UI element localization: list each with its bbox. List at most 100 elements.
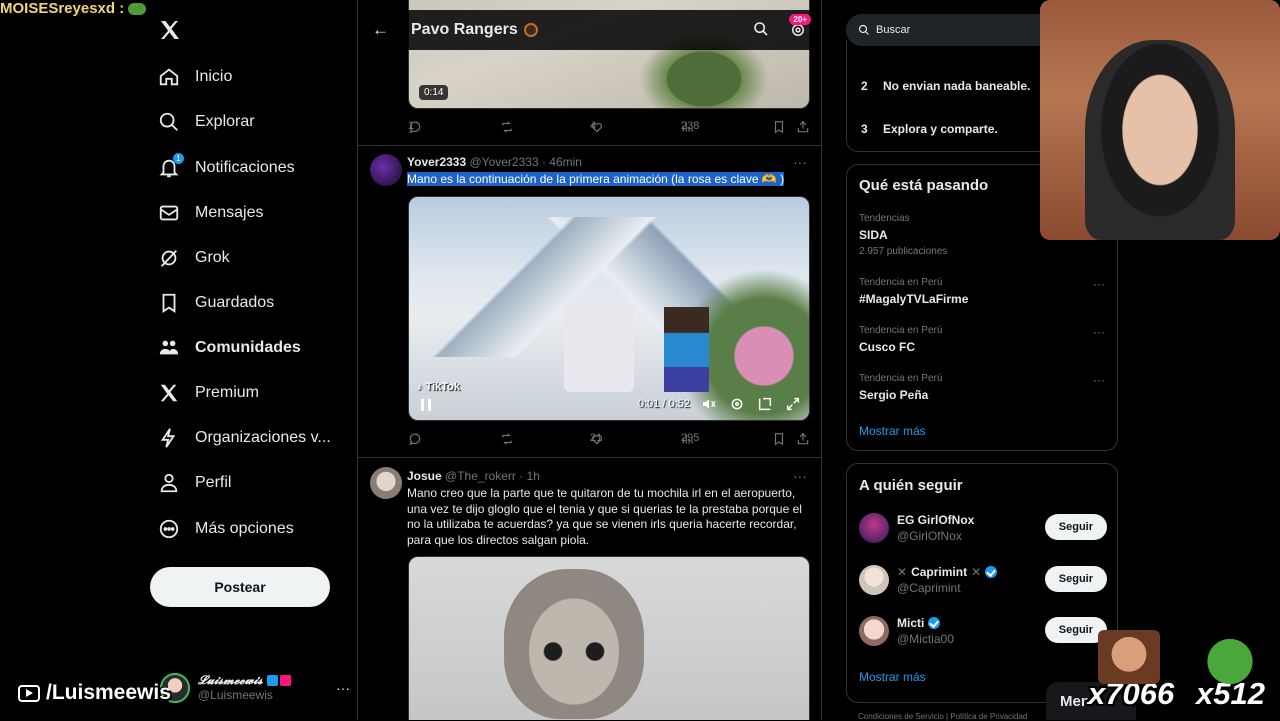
views-button[interactable]: 238: [681, 120, 699, 134]
page-title: Pavo Rangers: [411, 21, 539, 39]
avatar: [859, 565, 889, 595]
tweet-text: Mano creo que la parte que te quitaron d…: [407, 486, 802, 547]
community-header: ← Pavo Rangers 20+: [358, 10, 821, 50]
who-to-follow-panel: A quién seguir EG GirlOfNox @GirlOfNox Se…: [846, 463, 1118, 703]
settings-icon[interactable]: [729, 396, 745, 417]
like-button[interactable]: 4: [590, 120, 608, 134]
account-name: 𝓛𝓾𝓲𝓼𝓶𝓮𝓮𝔀𝓲𝓼: [198, 673, 291, 688]
more-icon[interactable]: ···: [1093, 325, 1105, 339]
person-icon: [158, 472, 180, 494]
emote-image: [1098, 630, 1160, 684]
tweet-actions: 21 295: [408, 432, 809, 448]
more-icon[interactable]: ···: [1093, 373, 1105, 387]
show-more-trends-link[interactable]: Mostrar más: [859, 424, 926, 438]
trend-item[interactable]: Tendencia en Perú Sergio Peña ···: [859, 373, 1109, 402]
bookmark-icon[interactable]: [772, 432, 790, 446]
character-image: [564, 302, 634, 392]
follow-suggestion[interactable]: EG GirlOfNox @GirlOfNox Seguir: [859, 508, 1107, 548]
share-icon[interactable]: [796, 432, 814, 446]
tweet-header: Josue @The_rokerr · 1h: [407, 469, 540, 483]
follow-suggestion[interactable]: ✕ Caprimint ✕ @Caprimint Seguir: [859, 560, 1107, 600]
repost-button[interactable]: [500, 120, 518, 134]
more-icon[interactable]: ···: [793, 468, 807, 484]
search-icon: [158, 111, 180, 133]
more-circle-icon: [158, 518, 180, 540]
avatar[interactable]: [370, 154, 402, 186]
notification-count-badge: 1: [173, 153, 184, 164]
more-icon[interactable]: ···: [793, 154, 807, 170]
sidebar-item-guardados[interactable]: Guardados: [158, 283, 274, 323]
search-icon[interactable]: [753, 21, 769, 42]
sidebar-item-premium[interactable]: Premium: [158, 373, 259, 413]
divider: [358, 145, 821, 146]
volume-icon[interactable]: [701, 396, 717, 417]
sidebar-item-mensajes[interactable]: Mensajes: [158, 193, 263, 233]
rule-item: 3 Explora y comparte.: [861, 122, 998, 136]
tweet-author-handle[interactable]: @Yover2333: [470, 155, 539, 169]
sidebar-item-organizaciones[interactable]: Organizaciones v...: [158, 418, 331, 458]
more-icon[interactable]: ···: [1093, 277, 1105, 291]
tweet-author-name[interactable]: Yover2333: [407, 155, 466, 169]
sidebar-item-label: Inicio: [195, 68, 233, 85]
chat-username: MOISESreyesxd :: [0, 0, 125, 17]
sidebar-item-perfil[interactable]: Perfil: [158, 463, 231, 503]
frog-emote-icon: [1200, 634, 1260, 684]
sidebar-item-label: Perfil: [195, 474, 232, 491]
tweet-author-handle[interactable]: @The_rokerr: [445, 469, 516, 483]
back-arrow-icon[interactable]: ←: [372, 20, 389, 40]
communities-icon: [158, 337, 180, 359]
sidebar-item-label: Premium: [195, 384, 260, 401]
kitten-image: [504, 569, 644, 719]
tweet-image[interactable]: [408, 556, 810, 720]
share-icon[interactable]: [796, 120, 814, 134]
sidebar-item-label: Guardados: [195, 294, 275, 311]
sidebar-item-label: Notificaciones: [195, 159, 295, 176]
search-icon: [858, 24, 869, 35]
pause-icon[interactable]: [421, 399, 431, 411]
follow-button[interactable]: Seguir: [1044, 514, 1107, 540]
sidebar-item-grok[interactable]: Grok: [158, 238, 230, 278]
reply-button[interactable]: 1: [408, 120, 426, 134]
video-duration: 0:14: [419, 85, 449, 100]
trend-item[interactable]: Tendencia en Perú Cusco FC ···: [859, 325, 1109, 354]
home-icon: [158, 66, 180, 88]
show-more-follow-link[interactable]: Mostrar más: [859, 670, 926, 684]
tweet-video[interactable]: ♪ TikTok 0:01 / 0:52: [408, 196, 810, 421]
sidebar-item-inicio[interactable]: Inicio: [158, 57, 232, 97]
x-logo-icon[interactable]: [158, 18, 182, 49]
sidebar-item-explorar[interactable]: Explorar: [158, 102, 255, 142]
x-logo-icon: [158, 382, 180, 404]
more-icon[interactable]: ···: [336, 680, 350, 696]
rule-item: 2 No envian nada baneable.: [861, 79, 1031, 93]
trend-item[interactable]: Tendencia en Perú #MagalyTVLaFirme ···: [859, 277, 1109, 306]
reply-button[interactable]: [408, 432, 426, 446]
sidebar-item-label: Más opciones: [195, 520, 294, 537]
sidebar-item-label: Comunidades: [195, 339, 301, 356]
picture-in-picture-icon[interactable]: [757, 396, 773, 417]
tweet-time[interactable]: · 1h: [519, 469, 540, 483]
avatar: [859, 616, 889, 646]
repost-button[interactable]: [500, 432, 518, 446]
avatar[interactable]: [370, 467, 402, 499]
trends-title: Qué está pasando: [859, 177, 989, 194]
notification-badge: 20+: [789, 14, 811, 25]
fullscreen-icon[interactable]: [785, 396, 801, 417]
verified-icon: [985, 566, 998, 578]
sidebar-item-mas-opciones[interactable]: Más opciones: [158, 509, 294, 549]
streamer-image: [1085, 40, 1235, 240]
post-button[interactable]: Postear: [150, 567, 330, 607]
tweet-time[interactable]: · 46min: [542, 155, 582, 169]
tweet-actions: 1 4 238: [408, 120, 809, 136]
sidebar-item-comunidades[interactable]: Comunidades: [158, 328, 301, 368]
views-button[interactable]: 295: [681, 432, 699, 446]
sidebar-item-label: Grok: [195, 249, 230, 266]
follow-button[interactable]: Seguir: [1044, 566, 1107, 592]
follow-suggestion[interactable]: Micti @Mictia00 Seguir: [859, 611, 1107, 651]
like-button[interactable]: 21: [590, 432, 608, 446]
verified-icon: [928, 617, 941, 629]
account-switcher[interactable]: 𝓛𝓾𝓲𝓼𝓶𝓮𝓮𝔀𝓲𝓼 @Luismeewis ···: [160, 668, 350, 708]
tweet-author-name[interactable]: Josue: [407, 469, 442, 483]
grok-icon: [158, 247, 180, 269]
bookmark-icon[interactable]: [772, 120, 790, 134]
sidebar-item-notificaciones[interactable]: 1 Notificaciones: [158, 148, 295, 188]
